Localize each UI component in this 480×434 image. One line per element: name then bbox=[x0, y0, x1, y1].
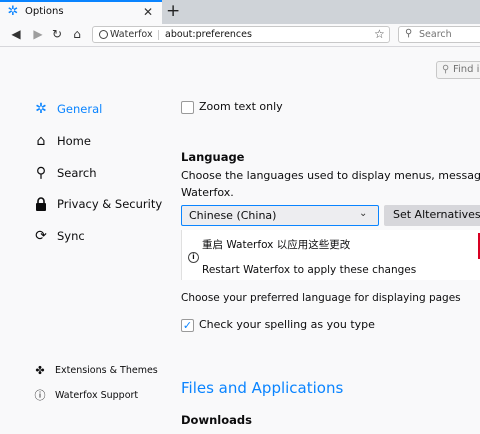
language-description-2: Waterfox. bbox=[181, 186, 234, 199]
language-select-value: Chinese (China) bbox=[189, 209, 277, 222]
footer-label: Waterfox Support bbox=[55, 389, 139, 401]
spell-check-checkbox[interactable]: ✓ bbox=[181, 319, 194, 332]
home-icon: ⌂ bbox=[36, 133, 46, 149]
downloads-heading: Downloads bbox=[181, 413, 252, 427]
tab-options[interactable]: ✲ Options ✕ bbox=[0, 0, 162, 24]
sidebar-item-general[interactable]: ✲ General bbox=[33, 99, 102, 119]
sidebar-item-label: Privacy & Security bbox=[57, 197, 163, 211]
gear-icon: ✲ bbox=[35, 101, 47, 117]
identity-label: Waterfox bbox=[110, 29, 153, 40]
sidebar-item-label: Sync bbox=[57, 229, 85, 243]
chevron-down-icon: ⌄ bbox=[359, 208, 368, 219]
puzzle-icon: ✤ bbox=[35, 363, 45, 377]
search-bar[interactable]: ⚲ Search bbox=[398, 26, 480, 43]
forward-icon[interactable]: ▶ bbox=[31, 27, 45, 41]
footer-label: Extensions & Themes bbox=[55, 364, 158, 376]
sidebar-item-privacy[interactable]: Privacy & Security bbox=[33, 194, 162, 214]
reload-icon[interactable]: ↻ bbox=[50, 27, 64, 41]
zoom-text-only-checkbox[interactable] bbox=[181, 101, 194, 114]
restart-message-zh: 重启 Waterfox 以应用这些更改 bbox=[202, 239, 351, 251]
language-select[interactable]: Chinese (China) ⌄ bbox=[181, 205, 379, 226]
language-description: Choose the languages used to display men… bbox=[181, 169, 480, 182]
language-heading: Language bbox=[181, 150, 245, 164]
find-in-options-input[interactable]: ⚲ Find in bbox=[436, 61, 480, 79]
restart-notice: i 重启 Waterfox 以应用这些更改 Restart Waterfox t… bbox=[181, 230, 480, 280]
sync-icon: ⟳ bbox=[35, 228, 47, 244]
info-icon: i bbox=[188, 252, 199, 263]
find-placeholder: Find in bbox=[453, 64, 480, 75]
page-language-text: Choose your preferred language for displ… bbox=[181, 292, 461, 304]
url-text[interactable]: about:preferences bbox=[165, 29, 252, 40]
sidebar-item-home[interactable]: ⌂ Home bbox=[33, 131, 91, 151]
home-icon[interactable]: ⌂ bbox=[70, 27, 84, 41]
set-alternatives-button[interactable]: Set Alternatives... bbox=[384, 205, 480, 226]
sidebar-extensions-themes[interactable]: ✤ Extensions & Themes bbox=[34, 362, 158, 378]
new-tab-button[interactable]: + bbox=[166, 1, 180, 21]
sidebar-item-label: Home bbox=[57, 134, 91, 148]
url-bar[interactable]: Waterfox about:preferences ☆ bbox=[92, 26, 390, 43]
url-separator bbox=[158, 30, 159, 40]
lock-icon bbox=[33, 196, 49, 212]
identity-icon[interactable] bbox=[99, 30, 108, 39]
sidebar-item-label: General bbox=[57, 102, 103, 116]
help-icon: ⓘ bbox=[34, 389, 46, 402]
search-placeholder: Search bbox=[419, 29, 452, 40]
sidebar-item-search[interactable]: ⚲ Search bbox=[33, 163, 97, 183]
browser-window: ✲ Options ✕ + ◀ ▶ ↻ ⌂ Waterfox about:pre… bbox=[0, 0, 480, 434]
nav-bar: ◀ ▶ ↻ ⌂ Waterfox about:preferences ☆ ⚲ S… bbox=[0, 24, 480, 47]
spell-check-label: Check your spelling as you type bbox=[199, 318, 375, 331]
sidebar-waterfox-support[interactable]: ⓘ Waterfox Support bbox=[34, 387, 139, 403]
tab-strip: ✲ Options ✕ + bbox=[0, 0, 480, 24]
restart-message-en: Restart Waterfox to apply these changes bbox=[202, 264, 417, 276]
sidebar-item-sync[interactable]: ⟳ Sync bbox=[33, 226, 85, 246]
preferences-page: ⚲ Find in ✲ General ⌂ Home ⚲ Search Priv… bbox=[0, 47, 480, 434]
bookmark-star-icon[interactable]: ☆ bbox=[374, 27, 385, 41]
gear-icon: ✲ bbox=[7, 4, 19, 19]
search-icon: ⚲ bbox=[442, 64, 450, 75]
tab-title: Options bbox=[25, 6, 64, 17]
set-alternatives-label: Set Alternatives... bbox=[393, 208, 480, 221]
search-icon: ⚲ bbox=[35, 165, 47, 181]
zoom-text-only-label: Zoom text only bbox=[199, 100, 283, 113]
sidebar-item-label: Search bbox=[57, 166, 97, 180]
close-tab-icon[interactable]: ✕ bbox=[143, 5, 153, 19]
search-icon: ⚲ bbox=[405, 28, 413, 39]
back-icon[interactable]: ◀ bbox=[9, 27, 23, 41]
files-applications-heading: Files and Applications bbox=[181, 379, 344, 397]
